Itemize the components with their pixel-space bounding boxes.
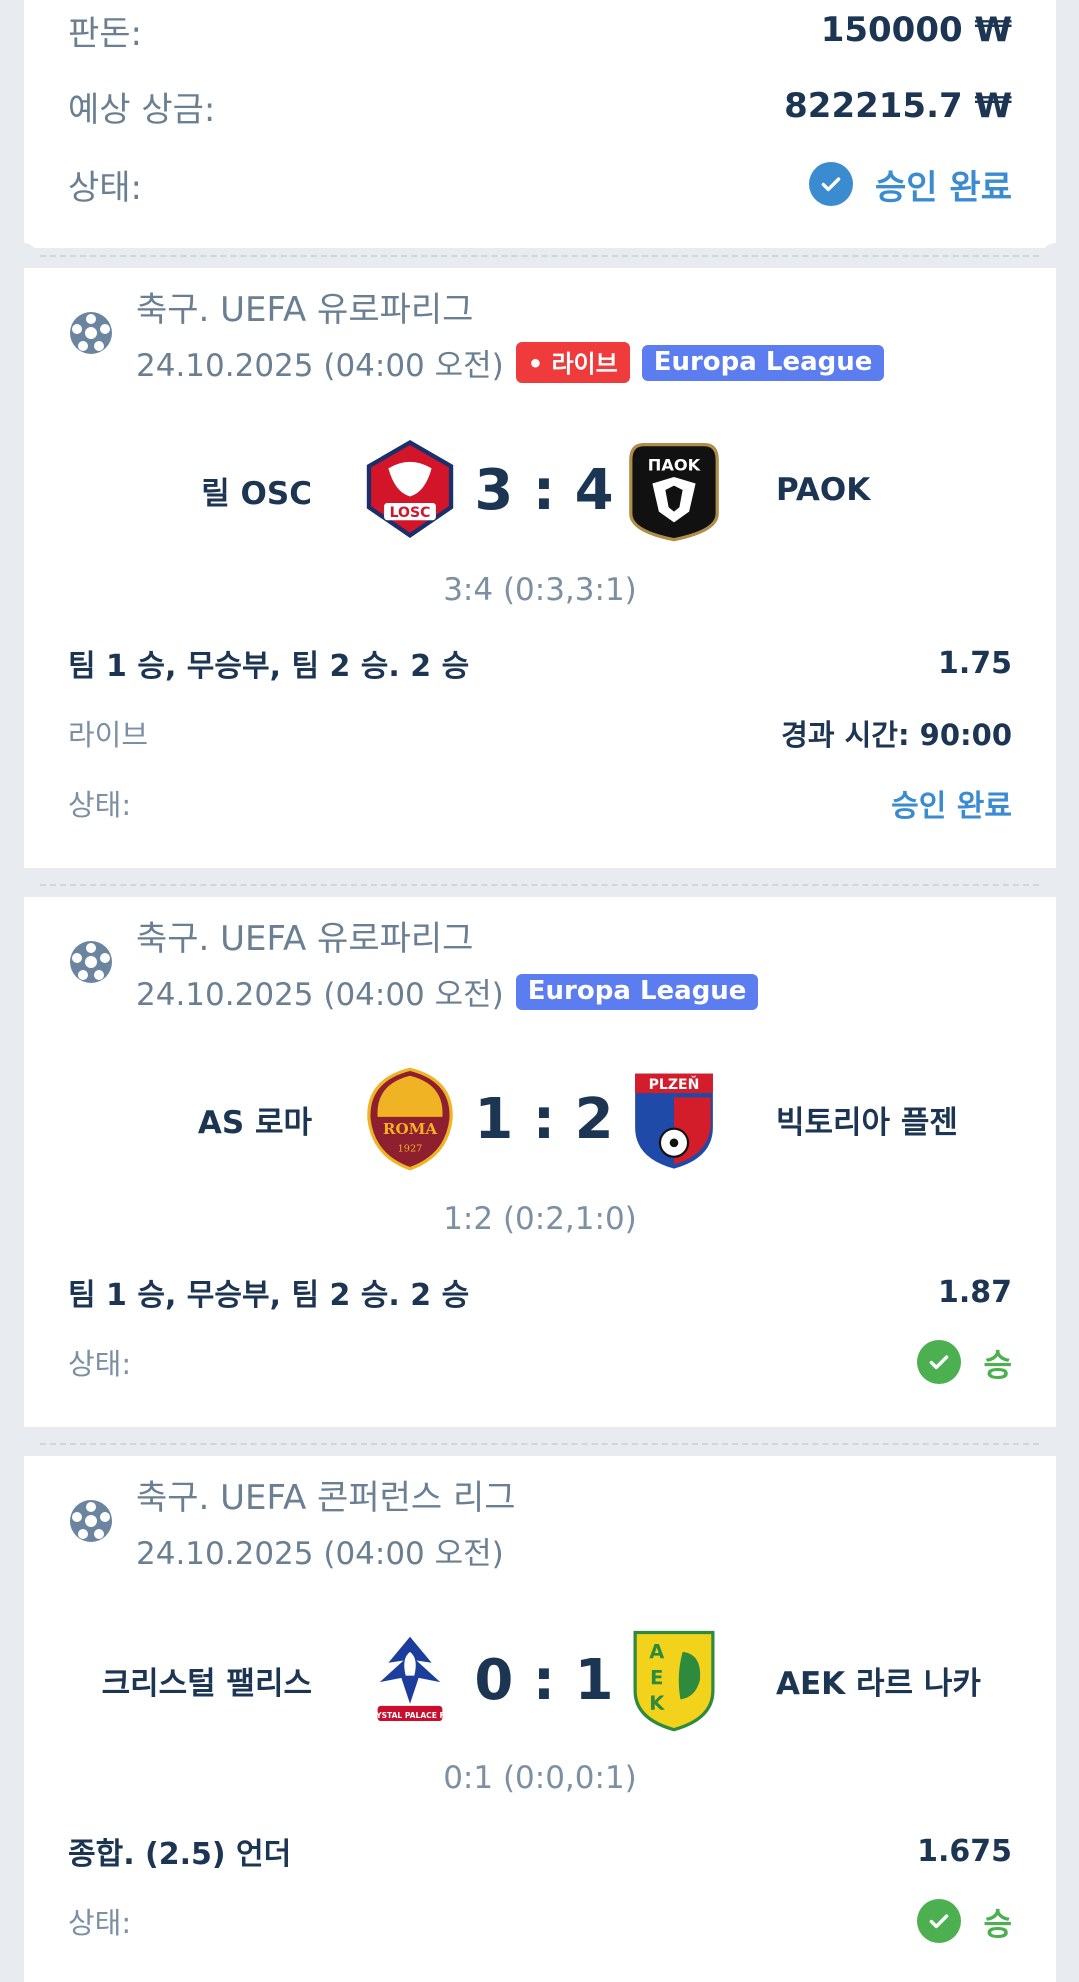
event-status: 승	[983, 1906, 1012, 1943]
event-status-row: 상태: 승	[68, 1896, 1012, 1946]
coefficient: 1.675	[917, 1833, 1012, 1869]
check-circle-icon	[917, 1899, 962, 1943]
status-won: 승	[917, 1340, 1012, 1385]
event-status: 승	[983, 1347, 1012, 1384]
check-circle-icon	[809, 162, 854, 206]
soccer-ball-icon	[70, 1500, 112, 1542]
event-meta: 24.10.2025 (04:00 오전)	[136, 1528, 504, 1573]
event-card-3[interactable]: 축구. UEFA 콘퍼런스 리그 24.10.2025 (04:00 오전) 크…	[24, 1456, 1056, 1982]
team1-name: 릴 OSC	[201, 475, 312, 512]
score: 1 : 2	[474, 1086, 614, 1152]
event-status-row: 상태: 승인 완료	[68, 778, 1012, 828]
elapsed-time: 경과 시간: 90:00	[781, 718, 1012, 752]
status-approved: 승인 완료	[809, 160, 1012, 209]
competition-badge: Europa League	[641, 344, 885, 381]
team2-name: AEK 라르 나카	[776, 1665, 981, 1702]
paok-logo-icon: ΠΑΟΚ	[629, 443, 719, 542]
stake-label: 판돈:	[68, 13, 143, 54]
team2-name: PAOK	[776, 472, 871, 508]
status-won: 승	[917, 1899, 1012, 1944]
losc-logo-icon: LOSC	[366, 439, 454, 538]
roma-logo-icon: ROMA 1927	[367, 1067, 453, 1171]
svg-text:LOSC: LOSC	[390, 505, 431, 521]
status-label: 상태:	[68, 788, 132, 822]
league-name: 축구. UEFA 유로파리그	[136, 919, 474, 959]
score: 0 : 1	[474, 1647, 614, 1713]
status-value: 승인 완료	[875, 167, 1012, 208]
event-date: 24.10.2025 (04:00 오전)	[136, 1536, 504, 1572]
soccer-ball-icon	[70, 941, 112, 983]
event-date: 24.10.2025 (04:00 오전)	[136, 348, 504, 384]
event-meta: 24.10.2025 (04:00 오전) Europa League	[136, 969, 759, 1014]
live-label: 라이브	[68, 718, 149, 752]
league-name: 축구. UEFA 유로파리그	[136, 290, 474, 330]
league-name: 축구. UEFA 콘퍼런스 리그	[136, 1478, 516, 1518]
team1-name: AS 로마	[197, 1104, 312, 1141]
match-row: 크리스털 팰리스 CRYSTAL PALACE F.C. 0 : 1 Α Ε Κ…	[24, 1620, 1056, 1740]
bet-row: 팀 1 승, 무승부, 팀 2 승. 2 승 1.75	[68, 638, 1012, 688]
svg-text:CRYSTAL PALACE F.C.: CRYSTAL PALACE F.C.	[365, 1711, 455, 1720]
bet-row: 팀 1 승, 무승부, 팀 2 승. 2 승 1.87	[68, 1267, 1012, 1317]
score-detail: 1:2 (0:2,1:0)	[443, 1201, 637, 1237]
status-label: 상태:	[68, 1906, 132, 1940]
soccer-ball-icon	[70, 312, 112, 354]
aek-larnaca-logo-icon: Α Ε Κ	[633, 1630, 715, 1732]
competition-badge: Europa League	[515, 973, 759, 1010]
event-card-2[interactable]: 축구. UEFA 유로파리그 24.10.2025 (04:00 오전) Eur…	[24, 897, 1056, 1427]
svg-text:Κ: Κ	[649, 1692, 665, 1715]
svg-text:1927: 1927	[398, 1143, 423, 1154]
payout-row: 예상 상금: 822215.7 ₩	[68, 76, 1012, 136]
status-label: 상태:	[68, 167, 143, 208]
bet-type: 팀 1 승, 무승부, 팀 2 승. 2 승	[68, 649, 470, 684]
svg-text:Α: Α	[649, 1640, 664, 1663]
bet-type: 종합. (2.5) 언더	[68, 1837, 292, 1872]
team2-name: 빅토리아 플젠	[776, 1104, 958, 1141]
stake-value: 150000 ₩	[820, 10, 1012, 50]
viktoria-plzen-logo-icon: PLZEŇ	[635, 1073, 713, 1169]
status-label: 상태:	[68, 1347, 132, 1381]
payout-label: 예상 상금:	[68, 89, 216, 130]
status-row: 상태: 승인 완료	[68, 154, 1012, 214]
team1-name: 크리스털 팰리스	[101, 1665, 312, 1702]
score-detail: 0:1 (0:0,0:1)	[443, 1760, 637, 1796]
event-status: 승인 완료	[891, 789, 1012, 824]
check-circle-icon	[917, 1340, 962, 1384]
score: 3 : 4	[474, 457, 614, 523]
bet-type: 팀 1 승, 무승부, 팀 2 승. 2 승	[68, 1278, 470, 1313]
svg-text:Ε: Ε	[650, 1666, 663, 1689]
bet-row: 종합. (2.5) 언더 1.675	[68, 1826, 1012, 1876]
svg-text:PLZEŇ: PLZEŇ	[649, 1075, 700, 1093]
stake-row: 판돈: 150000 ₩	[68, 0, 1012, 60]
payout-value: 822215.7 ₩	[784, 86, 1012, 126]
match-row: AS 로마 ROMA 1927 1 : 2 PLZEŇ 빅토리아 플젠	[24, 1059, 1056, 1179]
coefficient: 1.87	[937, 1274, 1012, 1310]
svg-text:ROMA: ROMA	[383, 1120, 437, 1138]
event-meta: 24.10.2025 (04:00 오전) • 라이브 Europa Leagu…	[136, 340, 885, 385]
score-detail: 3:4 (0:3,3:1)	[443, 572, 637, 608]
svg-text:ΠΑΟΚ: ΠΑΟΚ	[648, 456, 702, 475]
event-card-1[interactable]: 축구. UEFA 유로파리그 24.10.2025 (04:00 오전) • 라…	[24, 268, 1056, 868]
bet-summary: 판돈: 150000 ₩ 예상 상금: 822215.7 ₩ 상태: 승인 완료	[24, 0, 1056, 248]
match-row: 릴 OSC LOSC 3 : 4 ΠΑΟΚ PAOK	[24, 430, 1056, 550]
crystal-palace-logo-icon: CRYSTAL PALACE F.C.	[365, 1636, 455, 1722]
event-date: 24.10.2025 (04:00 오전)	[136, 977, 504, 1013]
event-status-row: 상태: 승	[68, 1337, 1012, 1387]
live-row: 라이브 경과 시간: 90:00	[68, 708, 1012, 758]
coefficient: 1.75	[937, 645, 1012, 681]
live-badge: • 라이브	[515, 342, 630, 383]
